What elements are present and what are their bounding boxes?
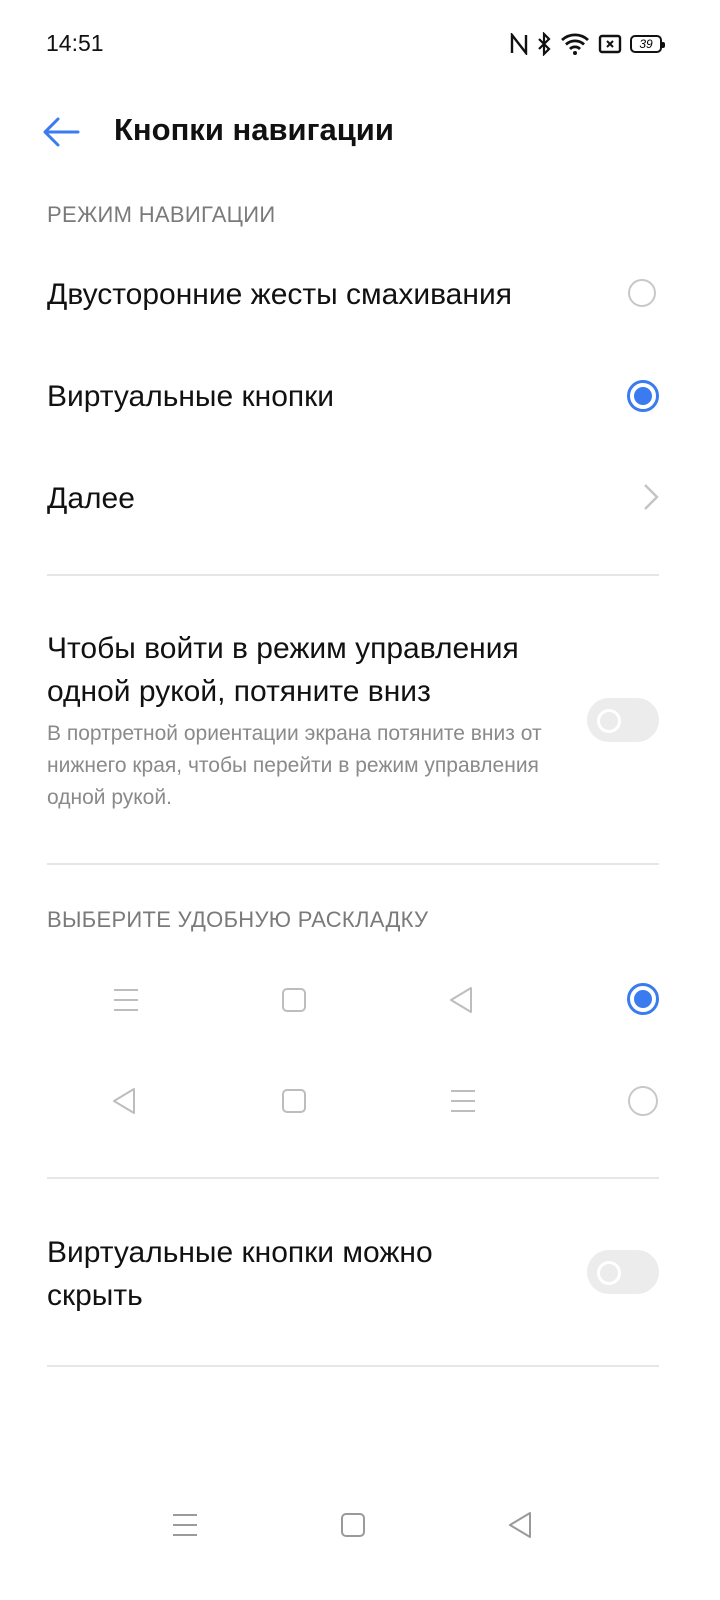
menu-icon [114, 989, 138, 1011]
divider [47, 863, 659, 865]
back-icon[interactable] [506, 1510, 536, 1540]
one-hand-title: Чтобы войти в режим управления одной рук… [47, 632, 519, 708]
more-label: Далее [47, 482, 135, 515]
chevron-right-icon [644, 484, 659, 510]
home-icon[interactable] [338, 1510, 368, 1540]
nfc-icon [510, 33, 528, 55]
radio-virtual-buttons[interactable] [627, 380, 659, 412]
divider [47, 1365, 659, 1367]
hide-buttons-row[interactable]: Виртуальные кнопки можно скрыть [0, 1205, 720, 1335]
back-triangle-icon [450, 987, 472, 1013]
wifi-icon [561, 33, 589, 55]
one-hand-row[interactable]: Чтобы войти в режим управления одной рук… [0, 600, 720, 830]
toggle-knob [597, 709, 621, 733]
hide-buttons-toggle[interactable] [587, 1250, 659, 1294]
back-arrow-icon[interactable] [40, 114, 82, 150]
back-triangle-icon [113, 1088, 135, 1114]
option-label: Виртуальные кнопки [47, 380, 335, 413]
one-hand-toggle[interactable] [587, 698, 659, 742]
option-label: Двусторонние жесты смахивания [47, 278, 512, 311]
option-virtual-buttons[interactable]: Виртуальные кнопки [0, 352, 720, 442]
battery-icon: 39 [630, 35, 665, 53]
menu-icon [451, 1090, 475, 1112]
bluetooth-icon [538, 32, 551, 56]
status-icons: 39 [510, 30, 665, 58]
hide-buttons-title: Виртуальные кнопки можно скрыть [47, 1236, 433, 1312]
page-title: Кнопки навигации [114, 112, 394, 147]
option-swipe-gestures[interactable]: Двусторонние жесты смахивания [0, 250, 720, 340]
more-row[interactable]: Далее [0, 454, 720, 544]
home-square-icon [282, 988, 306, 1012]
section-nav-mode: РЕЖИМ НАВИГАЦИИ [47, 202, 276, 227]
layout-option-1[interactable] [0, 955, 720, 1045]
toggle-knob [597, 1261, 621, 1285]
status-time: 14:51 [46, 30, 104, 56]
sim-icon [598, 34, 622, 54]
system-nav-bar [0, 1490, 720, 1560]
divider [47, 574, 659, 576]
one-hand-description: В портретной ориентации экрана потяните … [47, 722, 542, 809]
radio-swipe-gestures[interactable] [628, 279, 656, 307]
divider [47, 1177, 659, 1179]
home-square-icon [282, 1089, 306, 1113]
menu-icon[interactable] [170, 1510, 200, 1540]
radio-layout-1[interactable] [627, 983, 659, 1015]
layout-option-2[interactable] [0, 1057, 720, 1147]
section-layout: ВЫБЕРИТЕ УДОБНУЮ РАСКЛАДКУ [47, 907, 429, 932]
radio-layout-2[interactable] [628, 1086, 658, 1116]
